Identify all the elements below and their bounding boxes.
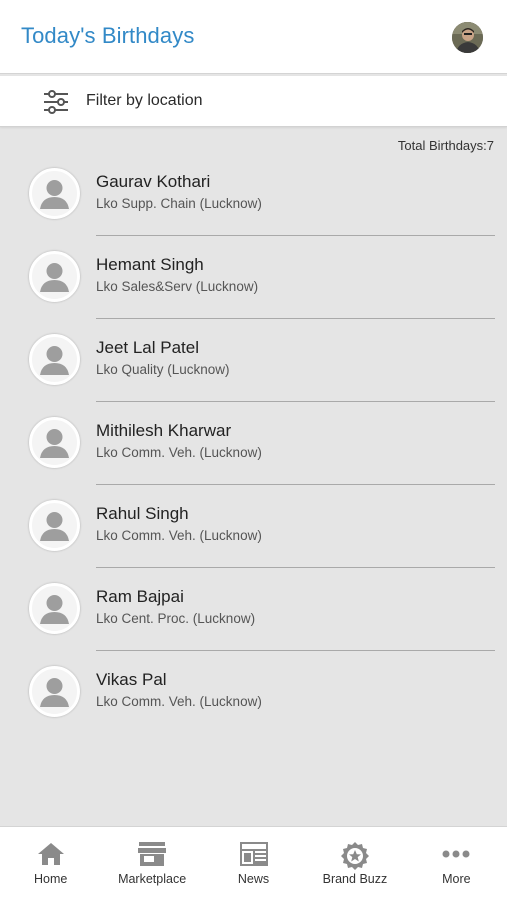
person-name: Gaurav Kothari bbox=[96, 172, 211, 191]
person-avatar bbox=[29, 334, 80, 385]
birthday-list-item[interactable]: Rahul Singh Lko Comm. Veh. (Lucknow) bbox=[0, 485, 507, 568]
default-person-icon bbox=[40, 678, 69, 707]
nav-news-label: News bbox=[237, 872, 270, 886]
default-person-icon bbox=[40, 595, 69, 624]
page-title: Today's Birthdays bbox=[21, 23, 195, 48]
nav-news[interactable]: News bbox=[203, 827, 304, 900]
nav-brand-buzz-label: Brand Buzz bbox=[322, 872, 388, 886]
person-department: Lko Quality (Lucknow) bbox=[96, 362, 230, 377]
birthday-list-item[interactable]: Vikas Pal Lko Comm. Veh. (Lucknow) bbox=[0, 651, 507, 734]
filter-sliders-icon bbox=[44, 90, 68, 114]
birthday-list-item[interactable]: Jeet Lal Patel Lko Quality (Lucknow) bbox=[0, 319, 507, 402]
app-header: Today's Birthdays bbox=[0, 0, 507, 74]
default-person-icon bbox=[40, 512, 69, 541]
newspaper-icon bbox=[239, 842, 268, 866]
birthday-list-item[interactable]: Ram Bajpai Lko Cent. Proc. (Lucknow) bbox=[0, 568, 507, 651]
birthday-list-item[interactable]: Hemant Singh Lko Sales&Serv (Lucknow) bbox=[0, 236, 507, 319]
bottom-navigation: Home Marketplace News Brand Buzz More bbox=[0, 826, 507, 900]
person-name: Ram Bajpai bbox=[96, 587, 184, 606]
person-department: Lko Cent. Proc. (Lucknow) bbox=[96, 611, 256, 626]
user-avatar[interactable] bbox=[452, 22, 483, 53]
default-person-icon bbox=[40, 263, 69, 292]
person-name: Rahul Singh bbox=[96, 504, 189, 523]
nav-more[interactable]: More bbox=[406, 827, 507, 900]
nav-home[interactable]: Home bbox=[0, 827, 101, 900]
person-department: Lko Comm. Veh. (Lucknow) bbox=[96, 528, 262, 543]
person-name: Jeet Lal Patel bbox=[96, 338, 200, 357]
store-icon bbox=[138, 842, 167, 866]
total-birthdays-count: Total Birthdays:7 bbox=[397, 138, 494, 153]
default-person-icon bbox=[40, 180, 69, 209]
profile-photo-icon bbox=[452, 22, 483, 53]
person-avatar bbox=[29, 500, 80, 551]
birthday-list: Gaurav Kothari Lko Supp. Chain (Lucknow) H… bbox=[0, 153, 507, 734]
person-name: Mithilesh Kharwar bbox=[96, 421, 232, 440]
more-dots-icon bbox=[442, 850, 470, 858]
nav-brand-buzz[interactable]: Brand Buzz bbox=[304, 827, 405, 900]
nav-marketplace-label: Marketplace bbox=[118, 872, 187, 886]
filter-label: Filter by location bbox=[86, 92, 203, 109]
birthday-list-item[interactable]: Gaurav Kothari Lko Supp. Chain (Lucknow) bbox=[0, 153, 507, 236]
person-name: Hemant Singh bbox=[96, 255, 204, 274]
person-avatar bbox=[29, 417, 80, 468]
badge-star-icon bbox=[340, 842, 369, 870]
default-person-icon bbox=[40, 346, 69, 375]
person-avatar bbox=[29, 168, 80, 219]
person-department: Lko Comm. Veh. (Lucknow) bbox=[96, 445, 262, 460]
birthday-list-item[interactable]: Mithilesh Kharwar Lko Comm. Veh. (Lucknow… bbox=[0, 402, 507, 485]
person-department: Lko Supp. Chain (Lucknow) bbox=[96, 196, 262, 211]
nav-marketplace[interactable]: Marketplace bbox=[101, 827, 202, 900]
person-avatar bbox=[29, 666, 80, 717]
home-icon bbox=[37, 843, 64, 865]
person-name: Vikas Pal bbox=[96, 670, 167, 689]
nav-home-label: Home bbox=[34, 872, 68, 886]
filter-by-location-bar[interactable]: Filter by location bbox=[0, 76, 507, 127]
person-department: Lko Sales&Serv (Lucknow) bbox=[96, 279, 259, 294]
nav-more-label: More bbox=[442, 872, 471, 886]
app-screen: Today's Birthdays Filter by location Tot… bbox=[0, 0, 507, 900]
person-avatar bbox=[29, 583, 80, 634]
person-avatar bbox=[29, 251, 80, 302]
default-person-icon bbox=[40, 429, 69, 458]
person-department: Lko Comm. Veh. (Lucknow) bbox=[96, 694, 262, 709]
